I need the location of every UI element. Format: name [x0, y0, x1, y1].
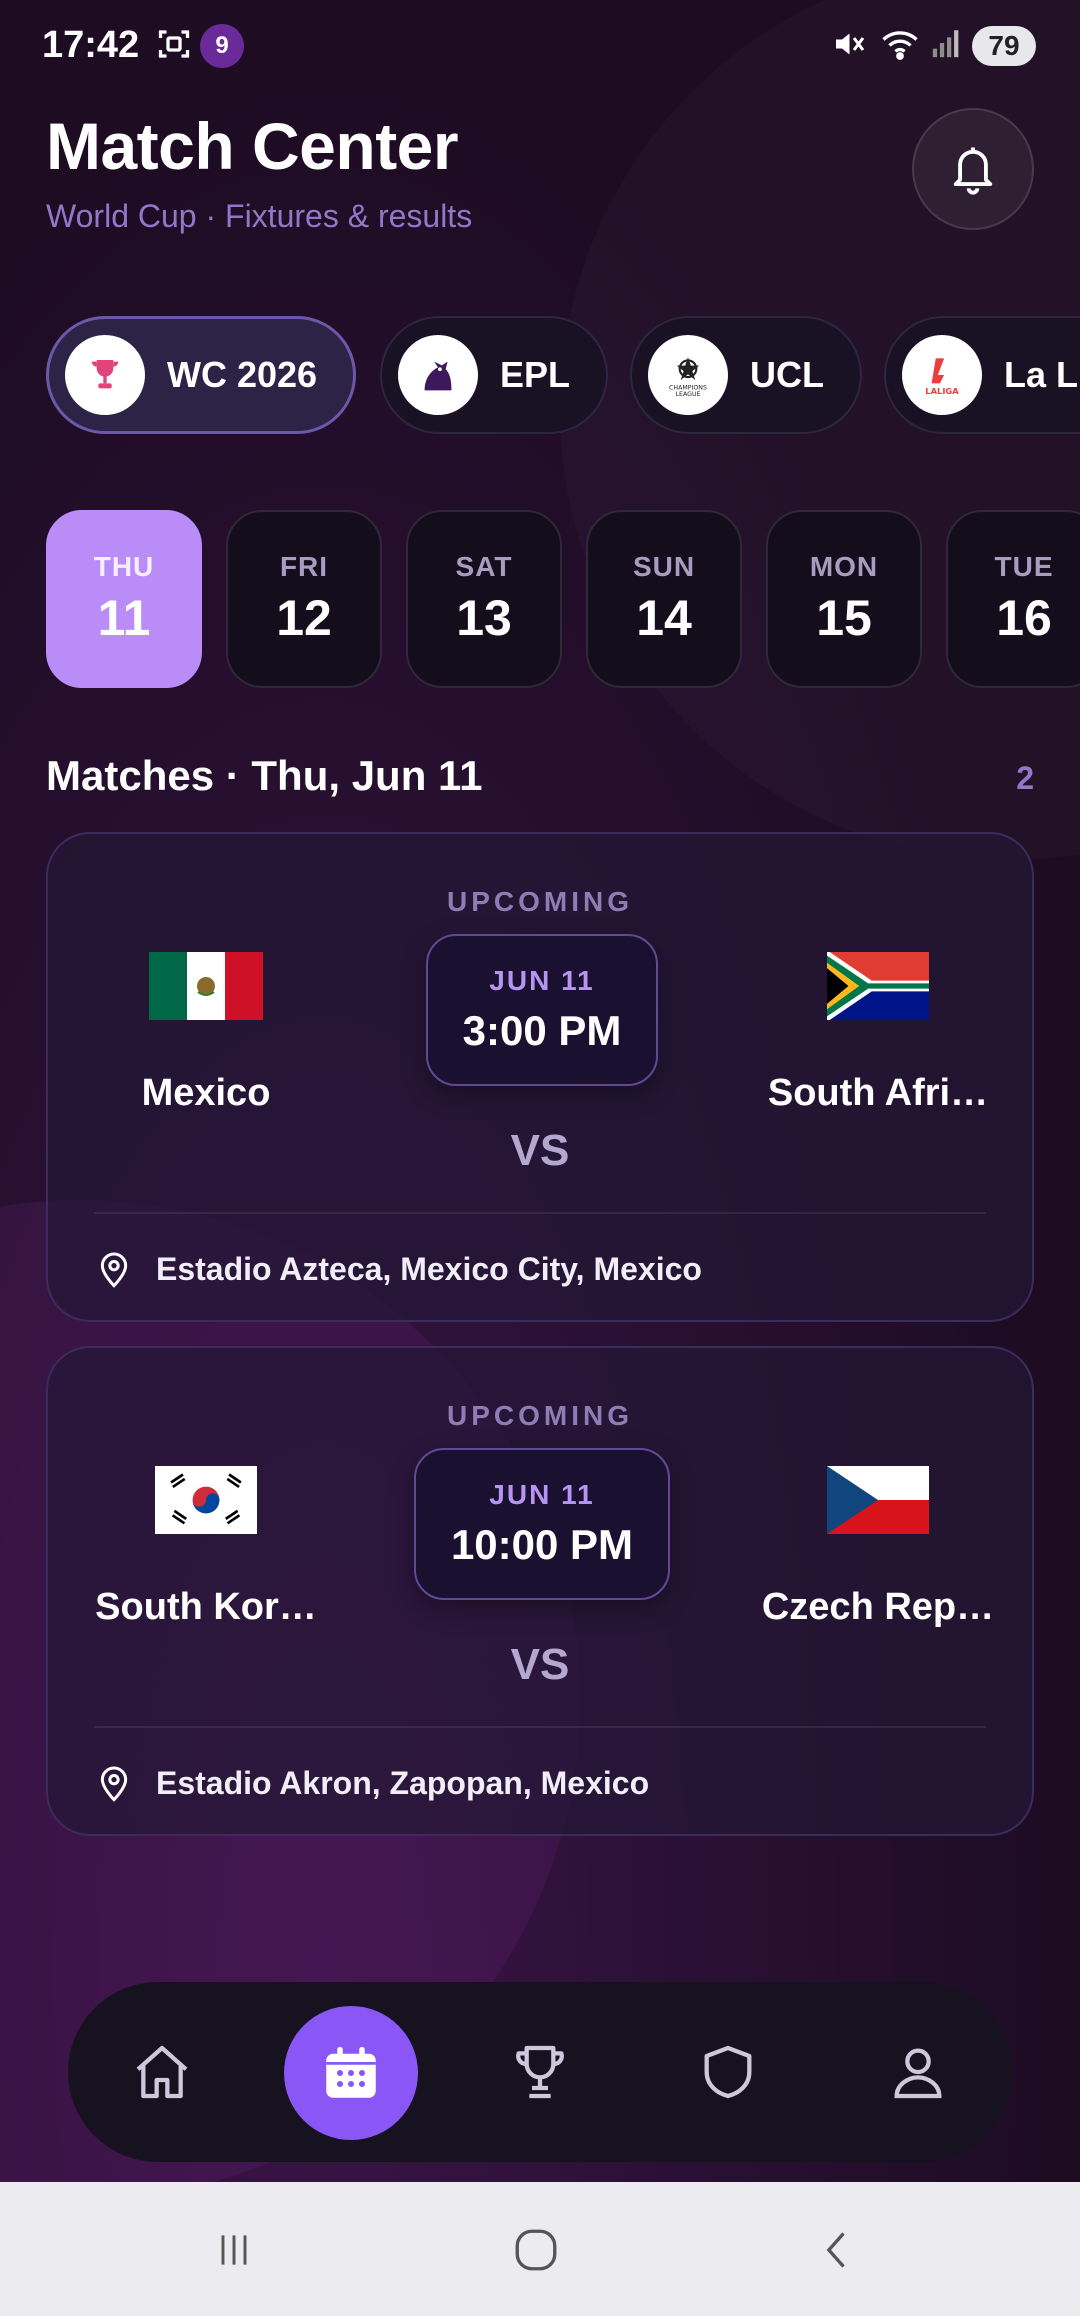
day-of-week: SUN	[632, 551, 696, 582]
battery-indicator: 79	[972, 26, 1036, 66]
match-status: UPCOMING	[447, 1400, 633, 1431]
day-of-week: SAT	[455, 551, 513, 582]
team-name: South Kor…	[95, 1586, 317, 1628]
home-team: Mexico	[56, 952, 356, 1115]
laliga-logo: LALIGA	[902, 335, 982, 415]
match-card[interactable]: UPCOMING South Kor… JUN 11 10:00 PM Czec…	[46, 1346, 1034, 1836]
back-button[interactable]	[808, 2220, 868, 2280]
match-time: 3:00 PM	[462, 1007, 622, 1054]
calendar-icon	[326, 2046, 376, 2098]
match-card[interactable]: UPCOMING Mexico JUN 11 3:00 PM South Afr…	[46, 832, 1034, 1322]
day-number: 12	[276, 590, 332, 646]
team-name: Czech Rep…	[761, 1586, 995, 1628]
league-chip-epl[interactable]: EPL	[380, 316, 608, 434]
home-button[interactable]	[506, 2220, 566, 2280]
vs-label: VS	[510, 1640, 570, 1689]
system-nav-bar	[0, 2182, 1080, 2316]
date-sat-13[interactable]: SAT 13	[406, 510, 562, 688]
czech-flag	[827, 1466, 929, 1534]
league-chip-wc2026[interactable]: WC 2026	[46, 316, 356, 434]
league-chip-laliga[interactable]: LALIGA La Liga	[884, 316, 1080, 434]
match-date: JUN 11	[489, 1479, 595, 1510]
day-number: 14	[636, 590, 692, 646]
shield-icon	[704, 2045, 752, 2099]
nav-calendar[interactable]	[284, 2006, 418, 2140]
mexico-flag	[149, 952, 263, 1020]
profile-icon	[894, 2048, 942, 2099]
nav-profile[interactable]	[868, 2022, 968, 2122]
location-pin-icon	[100, 1766, 128, 1802]
team-name: Mexico	[141, 1072, 271, 1114]
venue: Estadio Azteca, Mexico City, Mexico	[94, 1244, 702, 1294]
location-pin-icon	[100, 1252, 128, 1288]
recent-apps-icon	[221, 2235, 247, 2265]
kickoff-box: JUN 11 10:00 PM	[414, 1448, 670, 1600]
league-chip-label: WC 2026	[167, 354, 318, 395]
trophy-icon	[516, 2045, 564, 2099]
league-chip-label: La Liga	[1004, 354, 1080, 395]
notification-badge: 9	[200, 24, 244, 68]
away-team: Czech Rep…	[728, 1466, 1028, 1629]
nav-trophy[interactable]	[490, 2022, 590, 2122]
day-of-week: MON	[809, 551, 879, 582]
league-chip-label: UCL	[750, 354, 824, 395]
page-title: Match Center	[46, 109, 459, 183]
home-team: South Kor…	[56, 1466, 356, 1629]
nav-teams[interactable]	[678, 2022, 778, 2122]
section-title: Matches · Thu, Jun 11	[46, 752, 483, 799]
card-divider	[94, 1726, 986, 1728]
team-name: South Afri…	[767, 1072, 989, 1114]
league-chip-label: EPL	[500, 354, 571, 395]
match-time: 10:00 PM	[450, 1521, 634, 1568]
date-thu-11[interactable]: THU 11	[46, 510, 202, 688]
venue-text: Estadio Akron, Zapopan, Mexico	[156, 1764, 650, 1801]
day-of-week: FRI	[279, 551, 329, 582]
bell-icon	[953, 147, 993, 195]
venue: Estadio Akron, Zapopan, Mexico	[94, 1758, 649, 1808]
trophy-icon	[65, 335, 145, 415]
day-number: 15	[816, 590, 872, 646]
match-count: 2	[1016, 760, 1034, 796]
wifi-icon	[880, 26, 920, 66]
svg-text:LEAGUE: LEAGUE	[676, 391, 701, 398]
date-tue-16[interactable]: TUE 16	[946, 510, 1080, 688]
league-chip-ucl[interactable]: CHAMPIONS LEAGUE UCL	[630, 316, 862, 434]
date-fri-12[interactable]: FRI 12	[226, 510, 382, 688]
home-circle-icon	[515, 2229, 557, 2271]
kickoff-box: JUN 11 3:00 PM	[426, 934, 658, 1086]
day-of-week: THU	[93, 551, 155, 582]
card-divider	[94, 1212, 986, 1214]
day-number: 11	[97, 590, 151, 646]
league-selector: WC 2026 EPL CHAMPIONS LEAGUE UCL LALIGA …	[46, 316, 1080, 434]
svg-text:LALIGA: LALIGA	[925, 386, 959, 396]
screenshot-icon	[156, 26, 196, 66]
signal-icon	[930, 26, 970, 66]
match-status: UPCOMING	[447, 886, 633, 917]
home-icon	[136, 2045, 188, 2099]
vs-label: VS	[510, 1126, 570, 1175]
date-mon-15[interactable]: MON 15	[766, 510, 922, 688]
mute-icon	[830, 26, 870, 66]
match-date: JUN 11	[489, 965, 595, 996]
day-of-week: TUE	[994, 551, 1054, 582]
bottom-nav	[68, 1982, 1012, 2162]
venue-text: Estadio Azteca, Mexico City, Mexico	[156, 1250, 702, 1287]
champions-league-logo: CHAMPIONS LEAGUE	[648, 335, 728, 415]
status-time: 17:42	[42, 24, 140, 66]
south-africa-flag	[827, 952, 929, 1020]
away-team: South Afri…	[728, 952, 1028, 1115]
date-selector: THU 11 FRI 12 SAT 13 SUN 14 MON 15 TUE 1…	[46, 510, 1080, 690]
status-bar: 17:42 9 79	[0, 0, 1080, 92]
recent-apps-button[interactable]	[204, 2220, 264, 2280]
notifications-button[interactable]	[912, 108, 1034, 230]
premier-league-logo	[398, 335, 478, 415]
south-korea-flag	[155, 1466, 257, 1534]
day-number: 16	[996, 590, 1052, 646]
day-number: 13	[456, 590, 512, 646]
nav-home[interactable]	[112, 2022, 212, 2122]
back-icon	[826, 2232, 845, 2268]
page-subtitle: World Cup · Fixtures & results	[46, 198, 473, 234]
date-sun-14[interactable]: SUN 14	[586, 510, 742, 688]
